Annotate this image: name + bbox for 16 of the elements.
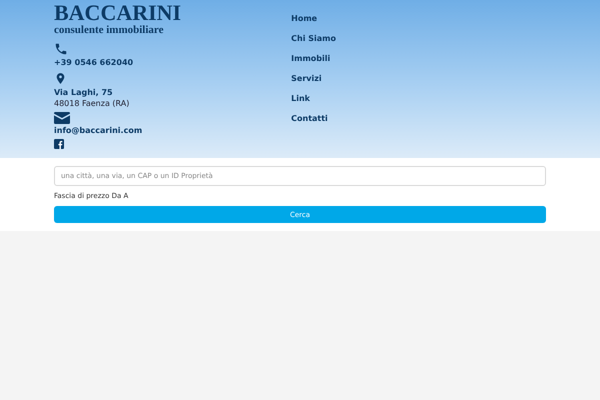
address-text: Via Laghi, 75 [54, 87, 113, 98]
logo-name[interactable]: BACCARINI [54, 2, 182, 24]
email-link[interactable]: info@baccarini.com [54, 125, 142, 136]
map-pin-icon [54, 71, 67, 86]
nav-link[interactable]: Link [291, 92, 336, 106]
nav-link[interactable]: Immobili [291, 52, 336, 66]
envelope-icon [54, 112, 70, 124]
address-text: 48018 Faenza (RA) [54, 98, 130, 109]
nav-link[interactable]: Contatti [291, 112, 336, 126]
nav-link[interactable]: Servizi [291, 72, 336, 86]
logo-tagline: consulente immobiliare [54, 24, 164, 36]
nav-link[interactable]: Home [291, 12, 336, 26]
phone-number: +39 0546 662040 [54, 57, 134, 68]
nav-link[interactable]: Chi Siamo [291, 32, 336, 46]
phone-icon [54, 42, 68, 56]
facebook-icon[interactable] [54, 139, 64, 149]
